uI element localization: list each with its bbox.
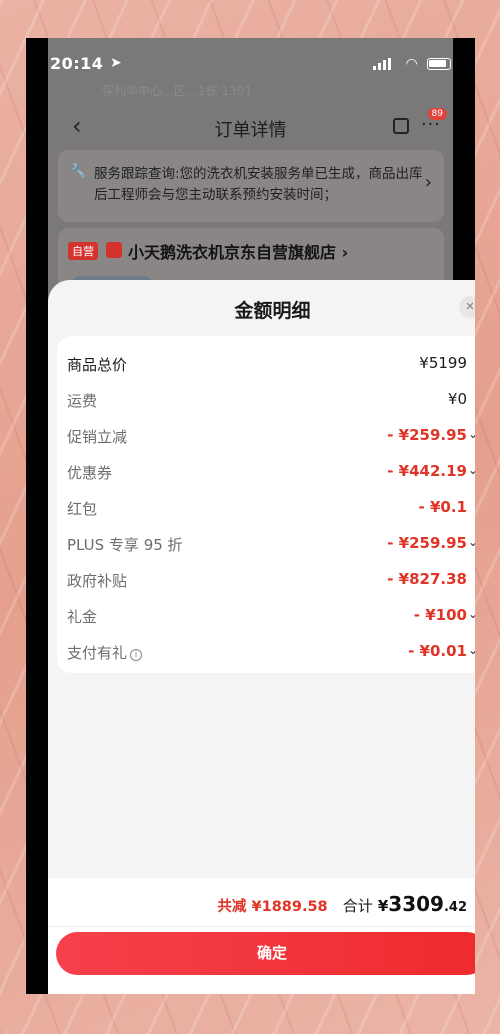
total-reduction-amount: ¥1889.58 (251, 899, 328, 915)
row-amount: - ¥100 (413, 606, 467, 624)
total-integer: 3309 (388, 892, 444, 916)
amount-detail-sheet: 金额明细 ✕ 商品总价 ¥5199 运费 ¥0 促销立减 - ¥259.95 ⌄… (48, 280, 475, 994)
sheet-footer: 共减 ¥1889.58 合计 ¥3309.42 确定 (48, 878, 475, 994)
wrench-icon: 🔧 (70, 164, 87, 179)
row-label: 支付有礼 (67, 644, 128, 662)
list-item[interactable]: 促销立减 - ¥259.95 ⌄ (57, 422, 475, 450)
sheet-title: 金额明细 (234, 300, 311, 322)
status-time: 20:14 (50, 54, 104, 73)
confirm-button[interactable]: 确定 (56, 932, 475, 975)
share-icon[interactable] (393, 118, 409, 134)
chevron-down-icon[interactable]: ⌄ (468, 463, 475, 477)
order-detail-navbar: ‹ 订单详情 ··· 89 (48, 108, 453, 148)
total-label: 合计 (342, 897, 373, 915)
self-operated-tag: 自营 (68, 242, 98, 260)
row-amount: ¥0 (447, 390, 467, 408)
list-item[interactable]: 礼金 - ¥100 ⌄ (57, 602, 475, 630)
row-label: 优惠券 (67, 464, 113, 482)
chevron-down-icon[interactable]: ⌄ (468, 643, 475, 657)
row-label: PLUS 专享 95 折 (67, 536, 183, 554)
location-arrow-icon: ➤ (110, 55, 122, 71)
row-amount: - ¥827.38 (387, 570, 467, 588)
chevron-down-icon[interactable]: ⌄ (468, 427, 475, 441)
amount-detail-list: 商品总价 ¥5199 运费 ¥0 促销立减 - ¥259.95 ⌄ 优惠券 - … (57, 336, 475, 673)
phone-frame: 20:14 ➤ ◠ 保利华中心…区…1栋 1301 ‹ 订单详情 ··· 89 … (26, 38, 475, 994)
close-icon[interactable]: ✕ (459, 296, 475, 318)
chevron-right-icon: › (424, 172, 432, 193)
row-label: 商品总价 (67, 356, 128, 374)
row-amount: - ¥0.1 (418, 498, 467, 516)
row-amount: - ¥259.95 (387, 534, 467, 552)
total-reduction-label: 共减 (217, 899, 247, 915)
store-name[interactable]: 小天鹅洗衣机京东自营旗舰店 › (128, 239, 348, 263)
row-label: 政府补贴 (67, 572, 128, 590)
list-item: 运费 ¥0 (57, 386, 475, 414)
list-item[interactable]: 支付有礼 i - ¥0.01 ⌄ (57, 638, 475, 666)
message-count-badge: 89 (427, 108, 447, 120)
ghost-address: 保利华中心…区…1栋 1301 (102, 84, 252, 98)
row-label: 运费 (67, 392, 98, 410)
row-label: 礼金 (67, 608, 98, 626)
row-label: 促销立减 (67, 428, 128, 446)
total-summary: 共减 ¥1889.58 合计 ¥3309.42 (217, 892, 467, 916)
total-currency: ¥ (377, 897, 389, 915)
row-amount: ¥5199 (419, 354, 467, 372)
row-label: 红包 (67, 500, 98, 518)
row-label-with-info: 支付有礼 i (67, 642, 143, 663)
signal-icon (373, 58, 391, 70)
chevron-down-icon[interactable]: ⌄ (468, 535, 475, 549)
list-item[interactable]: 优惠券 - ¥442.19 ⌄ (57, 458, 475, 486)
wifi-icon: ◠ (406, 56, 417, 72)
info-icon[interactable]: i (130, 649, 143, 661)
divider (48, 926, 475, 927)
service-notice-text: 服务跟踪查询:您的洗衣机安装服务单已生成，商品出库后工程师会与您主动联系预约安装… (94, 166, 423, 203)
store-logo-icon (106, 242, 122, 258)
row-amount: - ¥259.95 (387, 426, 467, 444)
chevron-down-icon[interactable]: ⌄ (468, 607, 475, 621)
list-item: 红包 - ¥0.1 (57, 494, 475, 522)
status-bar: 20:14 ➤ ◠ (48, 52, 453, 76)
row-amount: - ¥442.19 (387, 462, 467, 480)
list-item[interactable]: PLUS 专享 95 折 - ¥259.95 ⌄ (57, 530, 475, 558)
list-item: 商品总价 ¥5199 (57, 350, 475, 378)
app-screen: 20:14 ➤ ◠ 保利华中心…区…1栋 1301 ‹ 订单详情 ··· 89 … (48, 38, 475, 994)
row-amount: - ¥0.01 (408, 642, 467, 660)
battery-icon (427, 58, 451, 70)
total-decimal: .42 (443, 900, 467, 915)
service-notice[interactable]: 🔧 服务跟踪查询:您的洗衣机安装服务单已生成，商品出库后工程师会与您主动联系预约… (58, 150, 444, 222)
list-item: 政府补贴 - ¥827.38 (57, 566, 475, 594)
